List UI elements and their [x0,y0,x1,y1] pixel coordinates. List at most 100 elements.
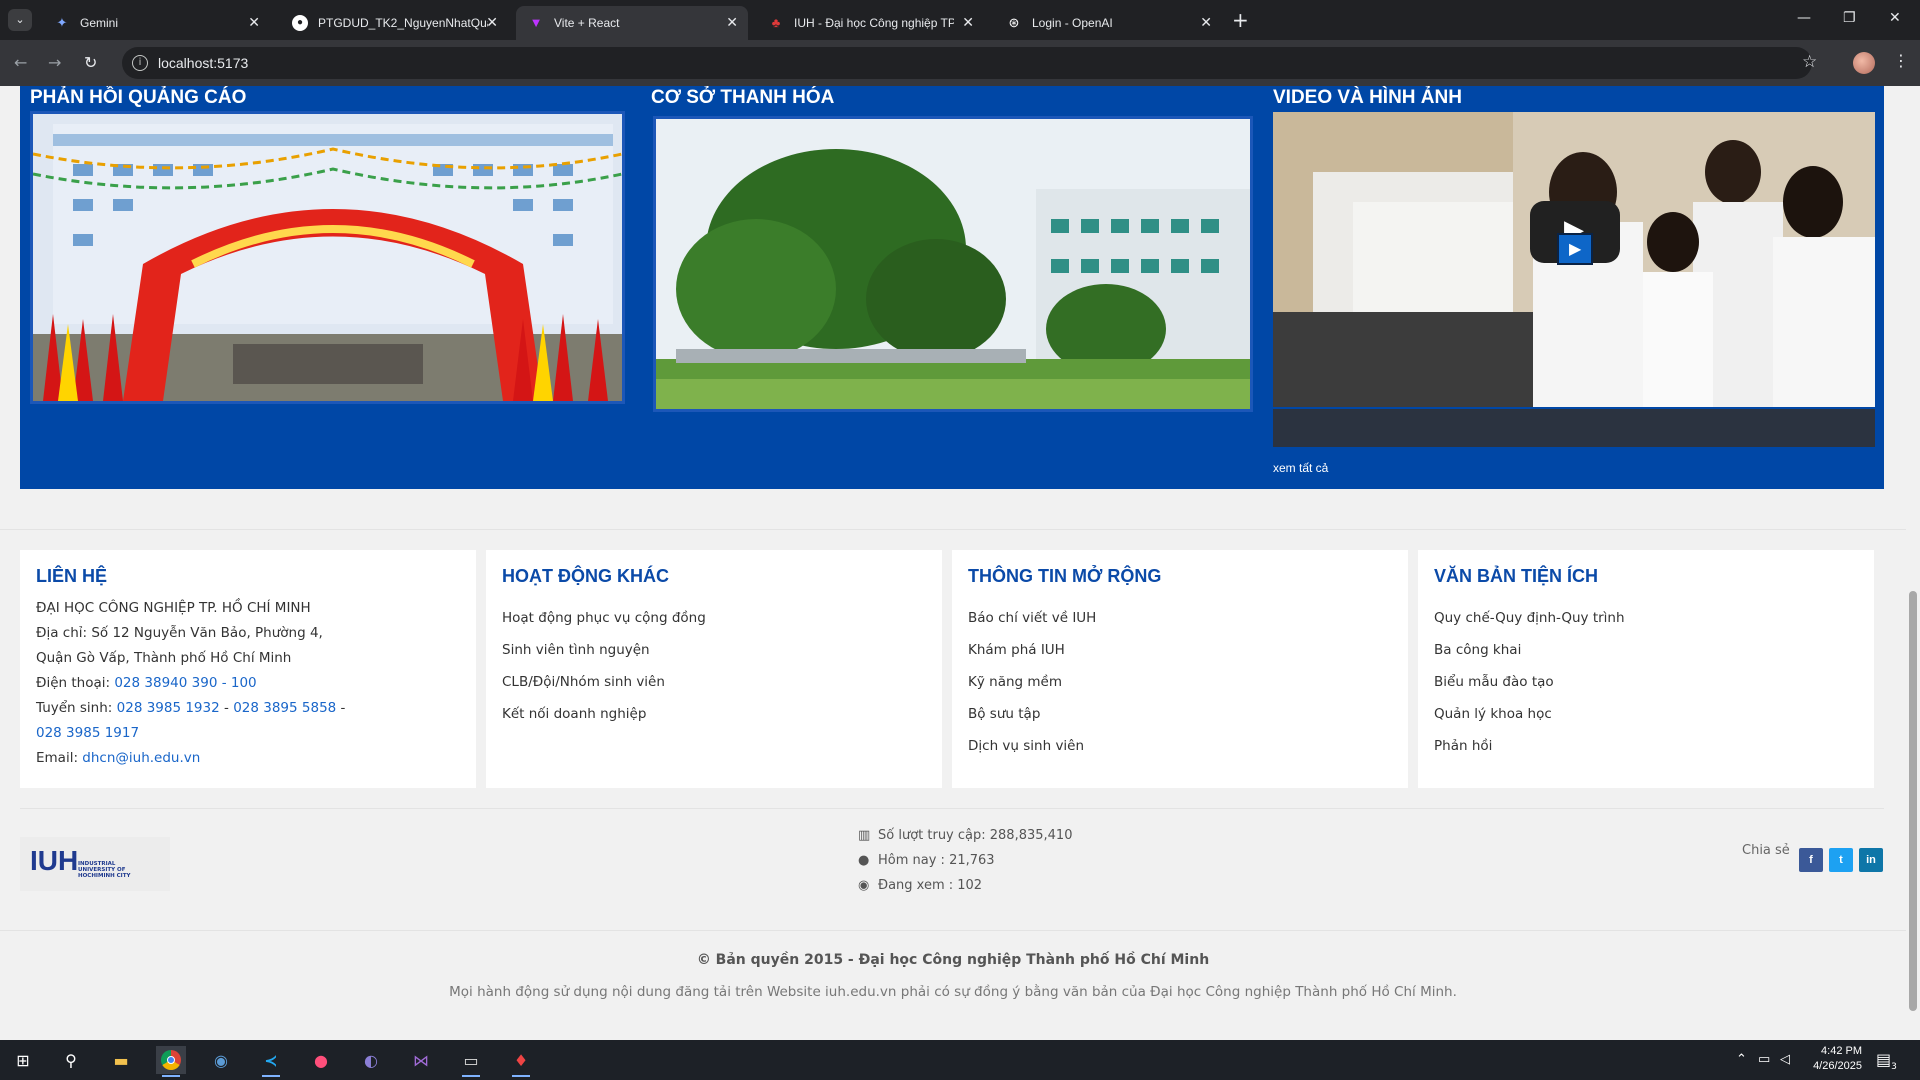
browser-tab-strip: ⌄ ✦ Gemini ✕ ● PTGDUD_TK2_NguyenNhatQua … [0,0,1920,40]
volume-icon[interactable]: ◁ [1780,1052,1790,1067]
activities-link[interactable]: Sinh viên tình nguyện [502,634,706,666]
network-icon[interactable]: ▭ [1758,1052,1770,1067]
chrome-icon[interactable] [156,1046,186,1077]
address-line-1: Địa chỉ: Số 12 Nguyễn Văn Bảo, Phường 4, [36,625,323,641]
email-link[interactable]: dhcn@iuh.edu.vn [82,750,200,766]
gemini-icon: ✦ [56,15,68,30]
openai-icon: ⊛ [1008,15,1020,30]
scrollbar-thumb[interactable] [1909,591,1917,1011]
visitor-stats: ▥ Số lượt truy cập: 288,835,410 ● Hôm nay … [858,828,1072,903]
more-info-link[interactable]: Khám phá IUH [968,634,1096,666]
browser-menu-icon[interactable]: ⋮ [1893,51,1909,70]
page-scrollbar[interactable] [1906,86,1920,1040]
windows-start-icon[interactable]: ⊞ [8,1046,38,1074]
close-window-icon[interactable]: ✕ [1889,10,1901,26]
linkedin-share-button[interactable]: in [1859,848,1883,872]
admission-phone-1[interactable]: 028 3985 1932 [117,700,220,716]
see-all-link[interactable]: xem tất cả [1273,461,1328,475]
play-overlay-icon[interactable]: ▶ [1557,233,1593,265]
documents-link[interactable]: Biểu mẫu đào tạo [1434,666,1625,698]
more-info-link[interactable]: Kỹ năng mềm [968,666,1096,698]
system-clock[interactable]: 4:42 PM 4/26/2025 [1802,1044,1862,1074]
minimize-icon[interactable]: — [1797,10,1811,26]
bar-chart-icon: ▥ [858,828,871,843]
file-explorer-icon[interactable]: ▬ [106,1046,136,1074]
notification-icon[interactable]: ▤3 [1876,1050,1897,1072]
tab-github[interactable]: ● PTGDUD_TK2_NguyenNhatQua ✕ [280,6,508,40]
stat-today: ● Hôm nay : 21,763 [858,853,1072,878]
admission-phone-3[interactable]: 028 3985 1917 [36,725,139,741]
facebook-share-button[interactable]: f [1799,848,1823,872]
vscode-icon[interactable]: ≺ [256,1046,286,1077]
site-info-icon[interactable]: i [132,55,148,71]
activities-link[interactable]: Hoạt động phục vụ cộng đồng [502,602,706,634]
address-line-2: Quận Gò Vấp, Thành phố Hồ Chí Minh [36,650,292,666]
close-tab-icon[interactable]: ✕ [1200,14,1212,31]
eyes-icon: ◉ [858,878,870,893]
tab-title: Gemini [80,16,119,30]
activities-link[interactable]: CLB/Đội/Nhóm sinh viên [502,666,706,698]
visual-studio-icon[interactable]: ⋈ [406,1046,436,1074]
documents-list: Quy chế-Quy định-Quy trình Ba công khai … [1434,602,1625,762]
tab-vite-react[interactable]: ▼ Vite + React ✕ [516,6,748,40]
app-icon[interactable]: ♦ [506,1046,536,1077]
tab-openai[interactable]: ⊛ Login - OpenAI ✕ [994,6,1222,40]
search-icon[interactable]: ⚲ [56,1046,86,1074]
footer-more-info: THÔNG TIN MỞ RỘNG Báo chí viết về IUH Kh… [952,550,1408,788]
address-bar[interactable]: i localhost:5173 [122,47,1812,79]
browser-toolbar: ← → ↻ i localhost:5173 ☆ ⋮ [0,40,1920,86]
more-info-link[interactable]: Bộ sưu tập [968,698,1096,730]
thanh-hoa-campus-photo[interactable] [653,116,1253,412]
restore-icon[interactable]: ❐ [1843,10,1856,26]
tab-gemini[interactable]: ✦ Gemini ✕ [42,6,270,40]
github-icon: ● [292,15,308,31]
iuh-logo[interactable]: IUH INDUSTRIAL UNIVERSITY OF HOCHIMINH C… [20,837,170,891]
user-icon: ● [858,853,870,868]
app-icon[interactable]: ◉ [206,1046,236,1074]
campus-arch-photo[interactable] [30,111,625,404]
new-tab-icon[interactable]: + [1232,8,1249,32]
phone-link[interactable]: 028 38940 390 - 100 [114,675,256,691]
footer-documents: VĂN BẢN TIỆN ÍCH Quy chế-Quy định-Quy tr… [1418,550,1874,788]
windows-taskbar: ⊞ ⚲ ▬ ◉ ≺ ● ◐ ⋈ ▭ ♦ ⌃ ▭ ◁ 4:42 PM 4/26/2… [0,1040,1920,1080]
reload-icon[interactable]: ↻ [84,53,97,72]
section-divider [0,529,1906,530]
tab-search-button[interactable]: ⌄ [8,9,32,31]
section-divider [0,930,1906,931]
documents-link[interactable]: Quy chế-Quy định-Quy trình [1434,602,1625,634]
more-info-link[interactable]: Báo chí viết về IUH [968,602,1096,634]
app-icon[interactable]: ● [306,1046,336,1074]
bookmark-star-icon[interactable]: ☆ [1802,52,1817,72]
page-viewport: PHẢN HỒI QUẢNG CÁO CƠ SỞ THANH HÓA VIDEO… [0,86,1920,1040]
documents-link[interactable]: Phản hồi [1434,730,1625,762]
back-icon[interactable]: ← [14,53,27,72]
close-tab-icon[interactable]: ✕ [962,14,974,31]
tab-title: PTGDUD_TK2_NguyenNhatQua [318,16,488,30]
stat-today-text: Hôm nay : 21,763 [878,853,995,868]
profile-avatar[interactable] [1853,52,1875,74]
chevron-up-icon[interactable]: ⌃ [1736,1052,1747,1067]
more-info-heading: THÔNG TIN MỞ RỘNG [968,566,1162,586]
stat-viewing-text: Đang xem : 102 [878,878,983,893]
documents-heading: VĂN BẢN TIỆN ÍCH [1434,566,1599,586]
close-tab-icon[interactable]: ✕ [726,14,738,31]
share-label: Chia sẻ [1742,843,1790,858]
documents-link[interactable]: Ba công khai [1434,634,1625,666]
terminal-icon[interactable]: ▭ [456,1046,486,1077]
activities-link[interactable]: Kết nối doanh nghiệp [502,698,706,730]
forward-icon[interactable]: → [48,53,61,72]
tab-title: Vite + React [554,16,620,30]
footer-contact: LIÊN HỆ ĐẠI HỌC CÔNG NGHIỆP TP. HỒ CHÍ M… [20,550,476,788]
url-text[interactable]: localhost:5173 [158,55,248,71]
more-info-link[interactable]: Dịch vụ sinh viên [968,730,1096,762]
close-tab-icon[interactable]: ✕ [248,14,260,31]
more-info-list: Báo chí viết về IUH Khám phá IUH Kỹ năng… [968,602,1096,762]
documents-link[interactable]: Quản lý khoa học [1434,698,1625,730]
section-divider [20,808,1884,809]
tab-iuh[interactable]: ♣ IUH - Đại học Công nghiệp TP.H ✕ [756,6,984,40]
close-tab-icon[interactable]: ✕ [486,14,498,31]
stat-visits-text: Số lượt truy cập: 288,835,410 [878,828,1073,843]
app-icon[interactable]: ◐ [356,1046,386,1074]
admission-phone-2[interactable]: 028 3895 5858 [233,700,336,716]
twitter-share-button[interactable]: t [1829,848,1853,872]
